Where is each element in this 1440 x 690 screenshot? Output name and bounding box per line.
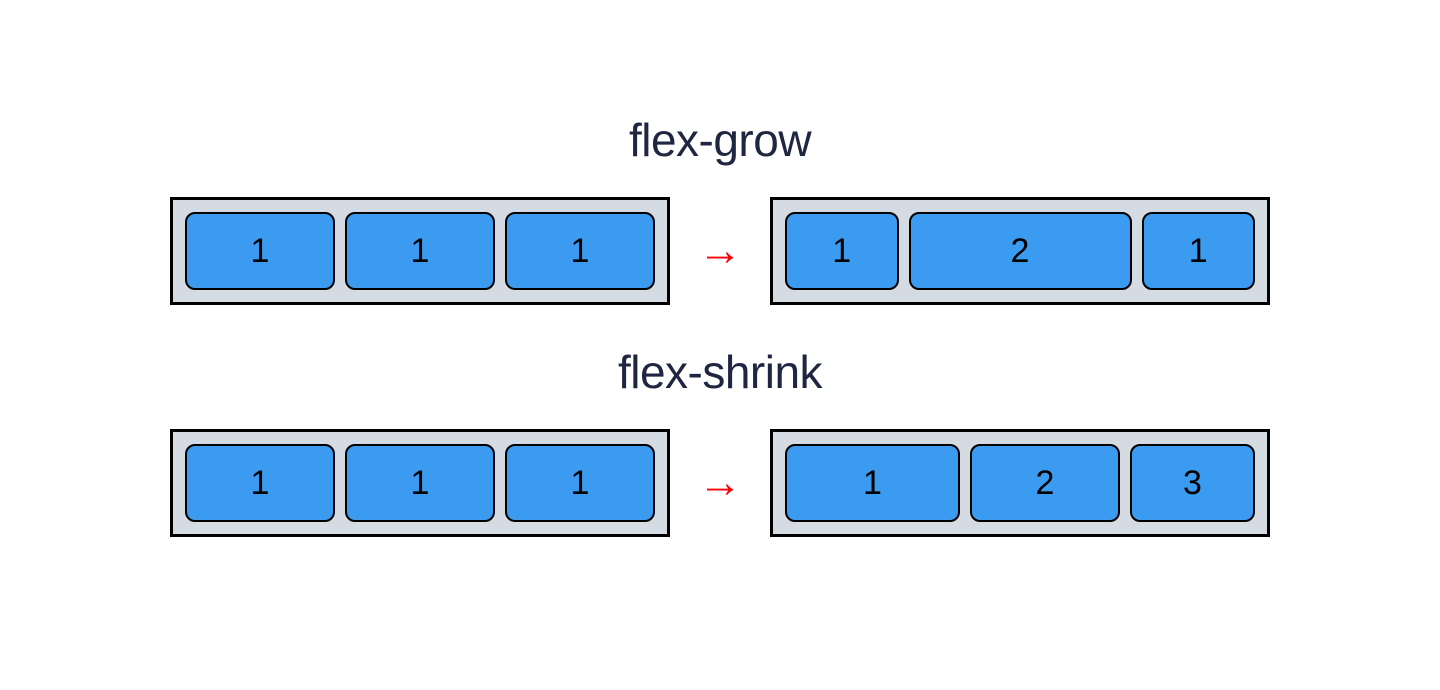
flex-item: 1 xyxy=(505,212,655,290)
flex-item: 1 xyxy=(1142,212,1256,290)
flex-item: 1 xyxy=(345,212,495,290)
flex-shrink-before-container: 1 1 1 xyxy=(170,429,670,537)
flex-shrink-title: flex-shrink xyxy=(618,345,822,399)
flex-item: 2 xyxy=(970,444,1120,522)
flex-grow-after-container: 1 2 1 xyxy=(770,197,1270,305)
flex-item: 3 xyxy=(1130,444,1255,522)
flex-grow-title: flex-grow xyxy=(629,113,811,167)
flex-shrink-section: flex-shrink 1 1 1 → 1 2 3 xyxy=(60,345,1380,537)
flex-grow-before-container: 1 1 1 xyxy=(170,197,670,305)
flex-grow-row: 1 1 1 → 1 2 1 xyxy=(60,197,1380,305)
flex-item: 1 xyxy=(785,444,960,522)
flex-item: 1 xyxy=(345,444,495,522)
flex-item: 2 xyxy=(909,212,1132,290)
flex-shrink-after-container: 1 2 3 xyxy=(770,429,1270,537)
flex-item: 1 xyxy=(185,444,335,522)
arrow-icon: → xyxy=(698,461,742,505)
flex-item: 1 xyxy=(185,212,335,290)
arrow-icon: → xyxy=(698,229,742,273)
flex-shrink-row: 1 1 1 → 1 2 3 xyxy=(60,429,1380,537)
flex-item: 1 xyxy=(505,444,655,522)
flex-grow-section: flex-grow 1 1 1 → 1 2 1 xyxy=(60,113,1380,305)
flex-item: 1 xyxy=(785,212,899,290)
